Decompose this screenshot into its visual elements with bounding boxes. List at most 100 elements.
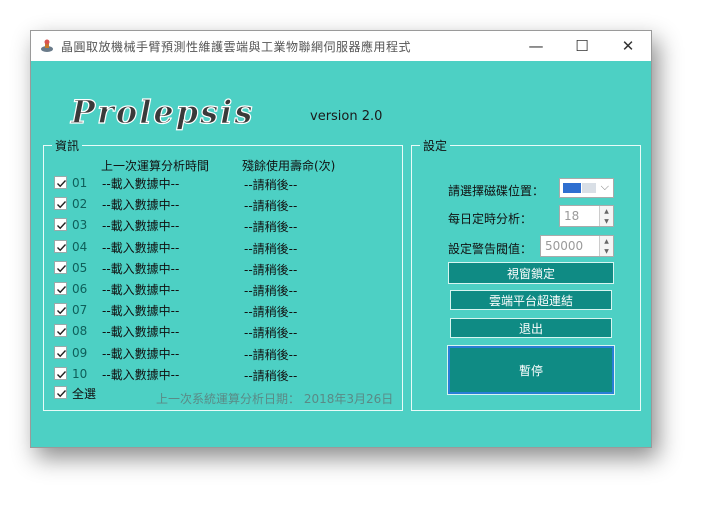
checkmark-icon: [57, 349, 67, 357]
exit-button[interactable]: 退出: [450, 318, 612, 338]
row-checkbox[interactable]: [54, 282, 67, 295]
row-remaining-life: --請稍後--: [244, 284, 298, 298]
disk-color-swatch: [563, 183, 581, 193]
row-last-analysis: --載入數據中--: [102, 346, 180, 361]
maximize-icon: ☐: [575, 37, 589, 55]
warning-threshold-value: 50000: [545, 239, 584, 253]
warning-threshold-spinner[interactable]: 50000 ▲ ▼: [540, 235, 614, 257]
row-number: 04: [72, 239, 88, 254]
checkmark-icon: [57, 370, 67, 379]
row-checkbox[interactable]: [54, 303, 67, 317]
row-remaining-life: --請稍後--: [244, 178, 298, 192]
row-number: 05: [72, 260, 88, 275]
checkmark-icon: [57, 201, 67, 209]
daily-spinner-arrows[interactable]: ▲ ▼: [599, 206, 613, 226]
settings-group: 設定 請選擇磁碟位置： ⌵ 每日定時分析： 18 ▲ ▼ 設定警告閥值： 5000…: [411, 137, 641, 411]
window-lock-button[interactable]: 視窗鎖定: [448, 262, 614, 284]
version-label: version 2.0: [310, 109, 383, 124]
row-checkbox[interactable]: [54, 260, 67, 274]
row-last-analysis: --載入數據中--: [102, 304, 180, 319]
info-row: 01 --載入數據中-- --請稍後--: [54, 174, 394, 192]
checkmark-icon: [57, 307, 67, 315]
title-bar: 晶圓取放機械手臂預測性維護雲端與工業物聯網伺服器應用程式 — ☐ ✕: [31, 31, 651, 61]
row-last-analysis: --載入數據中--: [102, 325, 180, 340]
row-number: 06: [72, 282, 88, 296]
maximize-button[interactable]: ☐: [559, 31, 605, 61]
row-checkbox[interactable]: [54, 239, 67, 253]
last-system-analysis-date: 上一次系統運算分析日期： 2018年3月26日: [156, 392, 394, 406]
chevron-down-icon: ⌵: [600, 180, 609, 193]
warning-threshold-label: 設定警告閥值：: [448, 242, 533, 256]
row-remaining-life: --請稍後--: [244, 305, 298, 320]
threshold-spinner-arrows[interactable]: ▲ ▼: [599, 236, 613, 256]
row-number: 10: [72, 366, 88, 381]
row-last-analysis: --載入數據中--: [102, 283, 180, 297]
checkmark-icon: [57, 328, 67, 336]
info-row: 02 --載入數據中-- --請稍後--: [54, 195, 394, 213]
row-remaining-life: --請稍後--: [244, 368, 298, 383]
row-checkbox[interactable]: [54, 218, 67, 232]
checkmark-icon: [57, 390, 67, 398]
disk-location-label: 請選擇磁碟位置：: [448, 184, 545, 198]
row-number: 02: [72, 197, 88, 212]
checkmark-icon: [57, 286, 67, 294]
row-last-analysis: --載入數據中--: [102, 261, 180, 276]
col-remaining-life-header: 殘餘使用壽命(次): [242, 159, 336, 173]
pause-button[interactable]: 暫停: [447, 345, 615, 395]
row-checkbox[interactable]: [54, 366, 67, 380]
row-remaining-life: --請稍後--: [244, 347, 298, 362]
minimize-button[interactable]: —: [513, 31, 559, 61]
window-title: 晶圓取放機械手臂預測性維護雲端與工業物聯網伺服器應用程式: [61, 40, 412, 54]
row-number: 09: [72, 345, 88, 360]
row-checkbox[interactable]: [54, 197, 67, 211]
row-remaining-life: --請稍後--: [244, 241, 298, 256]
close-button[interactable]: ✕: [605, 31, 651, 61]
daily-analysis-spinner[interactable]: 18 ▲ ▼: [559, 205, 614, 227]
row-checkbox[interactable]: [54, 345, 67, 359]
svg-text:Prolepsis: Prolepsis: [70, 93, 254, 131]
daily-analysis-label: 每日定時分析：: [448, 212, 533, 226]
settings-group-title: 設定: [420, 137, 451, 154]
info-row: 03 --載入數據中-- --請稍後--: [54, 216, 394, 234]
info-row: 06 --載入數據中-- --請稍後--: [54, 280, 394, 298]
row-number: 08: [72, 324, 88, 339]
row-last-analysis: --載入數據中--: [102, 177, 180, 191]
checkmark-icon: [57, 243, 67, 251]
info-group-title: 資訊: [52, 137, 83, 154]
row-remaining-life: --請稍後--: [244, 199, 298, 214]
checkmark-icon: [57, 222, 67, 230]
row-checkbox[interactable]: [54, 324, 67, 338]
info-row: 05 --載入數據中-- --請稍後--: [54, 259, 394, 277]
info-row: 09 --載入數據中-- --請稍後--: [54, 344, 394, 362]
select-all-checkbox[interactable]: [54, 386, 67, 399]
row-number: 01: [72, 176, 88, 190]
select-all-label: 全選: [72, 387, 97, 401]
disk-location-select[interactable]: ⌵: [559, 178, 614, 198]
client-area: Prolepsis version 2.0 資訊 上一次運算分析時間 殘餘使用壽…: [31, 61, 651, 447]
row-checkbox[interactable]: [54, 176, 67, 189]
info-row: 10 --載入數據中-- --請稍後--: [54, 365, 394, 383]
info-row: 08 --載入數據中-- --請稍後--: [54, 322, 394, 340]
col-last-analysis-header: 上一次運算分析時間: [101, 159, 210, 173]
cloud-platform-link-button[interactable]: 雲端平台超連結: [450, 290, 612, 310]
row-number: 07: [72, 303, 88, 318]
row-last-analysis: --載入數據中--: [102, 240, 180, 255]
info-row: 07 --載入數據中-- --請稍後--: [54, 301, 394, 319]
row-last-analysis: --載入數據中--: [102, 219, 180, 234]
up-arrow-icon: ▲: [604, 237, 609, 245]
minimize-icon: —: [528, 37, 544, 55]
up-arrow-icon: ▲: [604, 207, 609, 215]
checkmark-icon: [57, 264, 67, 273]
info-row: 04 --載入數據中-- --請稍後--: [54, 238, 394, 256]
row-last-analysis: --載入數據中--: [102, 367, 180, 382]
row-remaining-life: --請稍後--: [244, 220, 298, 235]
row-remaining-life: --請稍後--: [244, 326, 298, 341]
checkmark-icon: [57, 180, 67, 188]
app-icon: [41, 39, 53, 52]
down-arrow-icon: ▼: [604, 247, 609, 255]
row-last-analysis: --載入數據中--: [102, 198, 180, 213]
daily-analysis-value: 18: [564, 209, 580, 223]
down-arrow-icon: ▼: [604, 217, 609, 225]
close-icon: ✕: [621, 37, 635, 55]
app-window: 晶圓取放機械手臂預測性維護雲端與工業物聯網伺服器應用程式 — ☐ ✕ Prole…: [30, 30, 652, 448]
